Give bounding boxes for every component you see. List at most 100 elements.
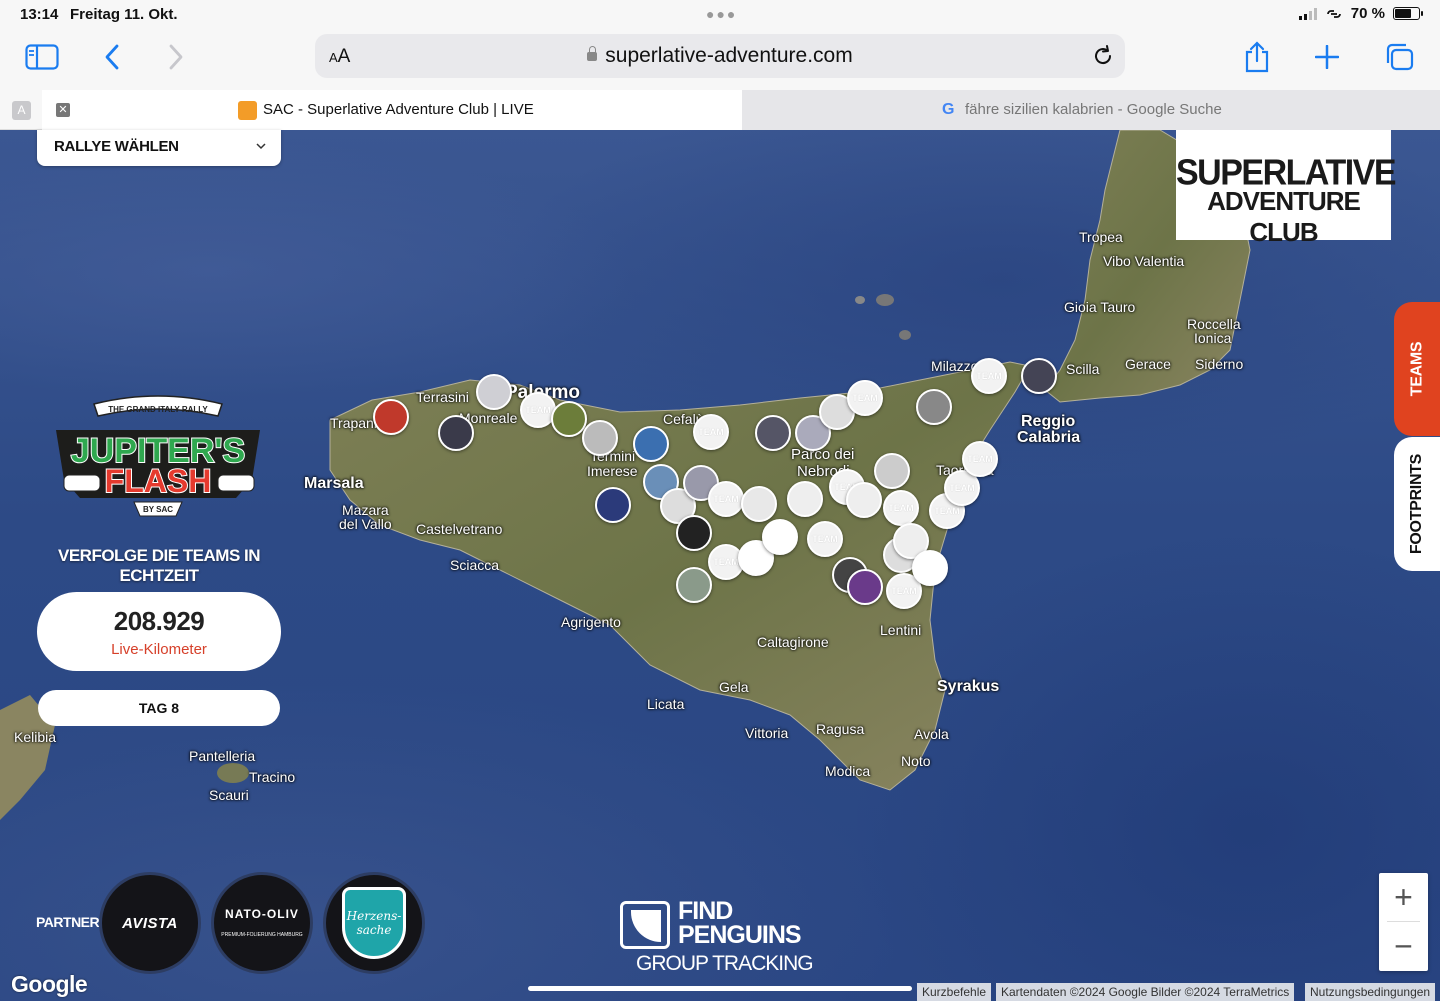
- team-marker[interactable]: [676, 515, 712, 551]
- map-label: Siderno: [1195, 356, 1244, 372]
- map-label: Trapani: [330, 415, 377, 431]
- map-label: Pantelleria: [189, 748, 256, 764]
- team-marker[interactable]: [676, 567, 712, 603]
- tab-title: SAC - Superlative Adventure Club | LIVE: [263, 101, 534, 118]
- tagline: VERFOLGE DIE TEAMS IN ECHTZEIT: [57, 546, 261, 585]
- teams-side-tab[interactable]: TEAMS: [1394, 302, 1440, 436]
- team-marker[interactable]: [373, 399, 409, 435]
- footprints-side-tab[interactable]: FOOTPRINTS: [1394, 437, 1440, 571]
- logo-main-line2: FLASH: [105, 463, 212, 499]
- battery-percent: 70 %: [1350, 5, 1385, 22]
- tab-bar: A ✕ SAC - Superlative Adventure Club | L…: [0, 90, 1440, 130]
- map-label: Noto: [901, 753, 931, 769]
- lock-icon: [587, 46, 598, 61]
- map-label: Gioia Tauro: [1064, 299, 1136, 315]
- map-label: Parco dei: [791, 446, 855, 463]
- team-marker[interactable]: [741, 486, 777, 522]
- tabs-overview-icon[interactable]: [1379, 40, 1419, 74]
- live-km-value: 208.929: [113, 606, 205, 636]
- tab-sac-live[interactable]: ✕ SAC - Superlative Adventure Club | LIV…: [42, 90, 742, 130]
- battery-icon: [1393, 7, 1423, 20]
- status-bar: 13:14 Freitag 11. Okt. ●●● 70 %: [0, 0, 1440, 30]
- logo-top-text: THE GRAND ITALY RALLY: [108, 405, 208, 414]
- map-shortcuts-link[interactable]: Kurzbefehle: [917, 983, 992, 1001]
- team-marker[interactable]: [582, 420, 618, 456]
- team-marker[interactable]: [755, 415, 791, 451]
- team-marker[interactable]: [916, 389, 952, 425]
- find-penguins-logo[interactable]: FIND PENGUINS GROUP TRACKING: [620, 899, 820, 979]
- team-marker[interactable]: TEAM: [971, 358, 1007, 394]
- fp-line2: PENGUINS: [678, 921, 802, 949]
- team-marker[interactable]: [912, 550, 948, 586]
- live-km-label: Live-Kilometer: [111, 641, 207, 658]
- brand-line2: ADVENTURE CLUB: [1207, 186, 1361, 247]
- team-marker[interactable]: [595, 487, 631, 523]
- forward-icon[interactable]: [156, 40, 196, 74]
- team-marker[interactable]: [476, 374, 512, 410]
- team-marker[interactable]: [787, 481, 823, 517]
- rallye-select-label: RALLYE WÄHLEN: [54, 138, 179, 155]
- logo-bottom-text: BY SAC: [143, 505, 173, 514]
- reload-icon[interactable]: [1091, 44, 1115, 68]
- map-label: Kelibia: [14, 729, 57, 745]
- team-marker[interactable]: [1021, 358, 1057, 394]
- map-label: Sciacca: [450, 557, 500, 573]
- partner-nato-oliv-logo[interactable]: NATO-OLIV PREMIUM-FOLIERUNG HAMBURG: [211, 872, 313, 974]
- home-indicator[interactable]: [528, 986, 912, 991]
- team-marker[interactable]: TEAM: [807, 521, 843, 557]
- team-marker[interactable]: TEAM: [708, 481, 744, 517]
- team-marker[interactable]: [847, 569, 883, 605]
- terms-link[interactable]: Nutzungsbedingungen: [1305, 983, 1436, 1001]
- partner-name: NATO-OLIV: [225, 907, 299, 921]
- team-marker[interactable]: [633, 426, 669, 462]
- close-tab-icon[interactable]: ✕: [56, 103, 70, 117]
- team-marker[interactable]: TEAM: [847, 380, 883, 416]
- team-marker[interactable]: TEAM: [883, 490, 919, 526]
- partner-herzenssache-logo[interactable]: Herzens-sache: [323, 872, 425, 974]
- team-marker[interactable]: [551, 401, 587, 437]
- partner-name: Herzens-sache: [346, 909, 402, 937]
- multitasking-dots-icon[interactable]: ●●●: [706, 6, 737, 22]
- google-logo: Google: [11, 971, 88, 997]
- team-marker[interactable]: [762, 519, 798, 555]
- partner-avista-logo[interactable]: AVISTA: [99, 872, 201, 974]
- tab-google-search[interactable]: G fähre sizilien kalabrien - Google Such…: [742, 90, 1440, 130]
- team-marker[interactable]: [438, 415, 474, 451]
- team-marker[interactable]: TEAM: [962, 441, 998, 477]
- team-marker[interactable]: [846, 482, 882, 518]
- map-label: Modica: [825, 763, 871, 779]
- cellular-signal-icon: [1298, 7, 1317, 20]
- sac-brand-logo[interactable]: SUPERLATIVE ADVENTURE CLUB: [1176, 130, 1397, 247]
- zoom-in-button[interactable]: +: [1379, 873, 1428, 922]
- back-icon[interactable]: [92, 40, 132, 74]
- share-icon[interactable]: [1237, 40, 1277, 74]
- status-time: 13:14: [20, 6, 59, 23]
- new-tab-icon[interactable]: [1307, 40, 1347, 74]
- map-label: Licata: [647, 696, 685, 712]
- map-label: Imerese: [587, 463, 638, 479]
- map-label: Lentini: [880, 622, 922, 638]
- shield-icon: Herzens-sache: [342, 887, 406, 959]
- day-button[interactable]: TAG 8: [38, 690, 280, 726]
- sidebar-toggle-icon[interactable]: [22, 40, 62, 74]
- map-attribution: Kartendaten ©2024 Google Bilder ©2024 Te…: [996, 983, 1295, 1001]
- rallye-select[interactable]: RALLYE WÄHLEN: [37, 130, 281, 166]
- zoom-out-button[interactable]: −: [1379, 922, 1428, 971]
- map-label: del Vallo: [339, 516, 392, 532]
- tab-group-badge[interactable]: A: [12, 101, 31, 120]
- jupiters-flash-logo: THE GRAND ITALY RALLY JUPITER'S FLASH BY…: [56, 395, 260, 517]
- footprints-tab-label: FOOTPRINTS: [1408, 453, 1425, 555]
- browser-toolbar: AA superlative-adventure.com: [0, 30, 1440, 90]
- chevron-down-icon: [256, 143, 266, 150]
- address-bar[interactable]: AA superlative-adventure.com: [315, 34, 1125, 78]
- team-marker[interactable]: TEAM: [693, 414, 729, 450]
- map-label: Gela: [719, 679, 749, 695]
- map-label: Vittoria: [745, 725, 789, 741]
- map-label: Tropea: [1079, 229, 1123, 245]
- map-label: Vibo Valentia: [1103, 253, 1185, 269]
- map-label: Terrasini: [416, 389, 469, 405]
- map-label: Scauri: [209, 787, 249, 803]
- partner-label: PARTNER: [36, 914, 100, 930]
- map-label: Castelvetrano: [416, 521, 503, 537]
- team-marker[interactable]: [874, 453, 910, 489]
